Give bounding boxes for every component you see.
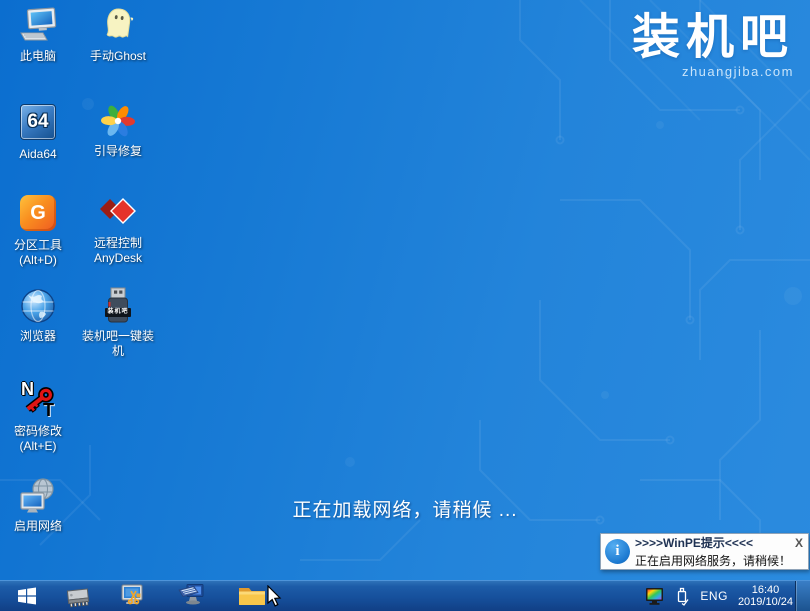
desktop-icon-zhuangjiba-installer[interactable]: 装机吧 装机吧一键装机 bbox=[80, 286, 156, 359]
system-tray: ENG 16:40 2019/10/24 bbox=[645, 581, 793, 611]
ghost-icon bbox=[106, 8, 134, 38]
taskbar-computer-keyboard-button[interactable] bbox=[172, 581, 210, 611]
notification-title: >>>>WinPE提示<<<< bbox=[635, 536, 753, 550]
desktop-icon-password-reset[interactable]: N T 密码修改 (Alt+E) bbox=[0, 379, 76, 454]
tray-time: 16:40 bbox=[751, 583, 780, 596]
desktop-icon-label: Aida64 bbox=[19, 147, 57, 161]
logo-title: 装机吧 bbox=[631, 11, 794, 64]
memory-chip-icon bbox=[66, 588, 90, 608]
taskbar-screenshot-tool-button[interactable] bbox=[114, 581, 150, 611]
desktop-icon-label: 分区工具 (Alt+D) bbox=[13, 238, 62, 267]
show-desktop-button[interactable] bbox=[795, 581, 810, 611]
winpe-notification-popup: i >>>>WinPE提示<<<< X 正在启用网络服务，请稍候！ bbox=[600, 533, 809, 570]
desktop-icon-label: 手动Ghost bbox=[89, 49, 147, 63]
desktop-icon-partition-tool[interactable]: G 分区工具 (Alt+D) bbox=[0, 193, 76, 268]
desktop-icon-label: 浏览器 bbox=[19, 329, 56, 343]
folder-icon bbox=[239, 588, 265, 605]
usb-drive-icon bbox=[108, 287, 128, 323]
desktop-icon-aida64[interactable]: 64 Aida64 bbox=[0, 101, 76, 162]
anydesk-icon bbox=[100, 198, 136, 224]
computer-keyboard-icon bbox=[178, 584, 204, 605]
diskgenius-icon: G bbox=[20, 195, 56, 231]
notification-close-button[interactable]: X bbox=[793, 536, 805, 550]
desktop-icon-label: 密码修改 (Alt+E) bbox=[13, 424, 62, 453]
desktop-icon-this-pc[interactable]: 此电脑 bbox=[0, 6, 76, 64]
usb-drive-label: 装机吧 bbox=[105, 308, 131, 317]
desktop-icon-anydesk[interactable]: 远程控制 AnyDesk bbox=[80, 193, 156, 266]
tray-date: 2019/10/24 bbox=[737, 596, 793, 608]
taskbar-memory-tool-button[interactable] bbox=[60, 581, 96, 611]
tray-clock[interactable]: 16:40 2019/10/24 bbox=[738, 584, 793, 609]
winpe-desktop[interactable]: 此电脑 手动Ghost 64 Aida64 引导修复 G 分区工具 (Alt+D… bbox=[0, 0, 810, 611]
windows-logo-icon bbox=[18, 587, 36, 605]
desktop-icon-browser[interactable]: 浏览器 bbox=[0, 286, 76, 344]
desktop-icon-boot-repair[interactable]: 引导修复 bbox=[80, 101, 156, 159]
logo-subtitle: zhuangjiba.com bbox=[681, 64, 794, 79]
safely-remove-usb-tray-icon[interactable] bbox=[674, 587, 690, 606]
zhuangjiba-logo: 装机吧 zhuangjiba.com bbox=[631, 11, 794, 80]
desktop-icon-label: 引导修复 bbox=[93, 144, 142, 158]
nt-password-icon: N T bbox=[18, 379, 58, 421]
desktop-icon-label: 远程控制 AnyDesk bbox=[93, 236, 143, 265]
boot-repair-icon bbox=[101, 105, 135, 137]
this-pc-icon bbox=[20, 7, 57, 41]
loading-status-text: 正在加载网络，请稍候 ... bbox=[292, 500, 518, 521]
taskbar: ENG 16:40 2019/10/24 bbox=[0, 580, 810, 611]
language-indicator[interactable]: ENG bbox=[700, 589, 728, 603]
screenshot-tool-icon bbox=[121, 584, 143, 605]
display-settings-tray-icon[interactable] bbox=[645, 587, 664, 606]
start-button[interactable] bbox=[8, 581, 46, 611]
desktop-icon-manual-ghost[interactable]: 手动Ghost bbox=[80, 6, 156, 64]
browser-globe-icon bbox=[21, 289, 55, 323]
aida64-icon: 64 bbox=[20, 104, 56, 140]
taskbar-file-explorer-button[interactable] bbox=[232, 581, 272, 611]
info-icon: i bbox=[605, 539, 630, 564]
desktop-icon-label: 此电脑 bbox=[19, 49, 56, 63]
notification-message: 正在启用网络服务，请稍候！ bbox=[635, 554, 792, 568]
desktop-icon-label: 装机吧一键装机 bbox=[81, 329, 154, 358]
